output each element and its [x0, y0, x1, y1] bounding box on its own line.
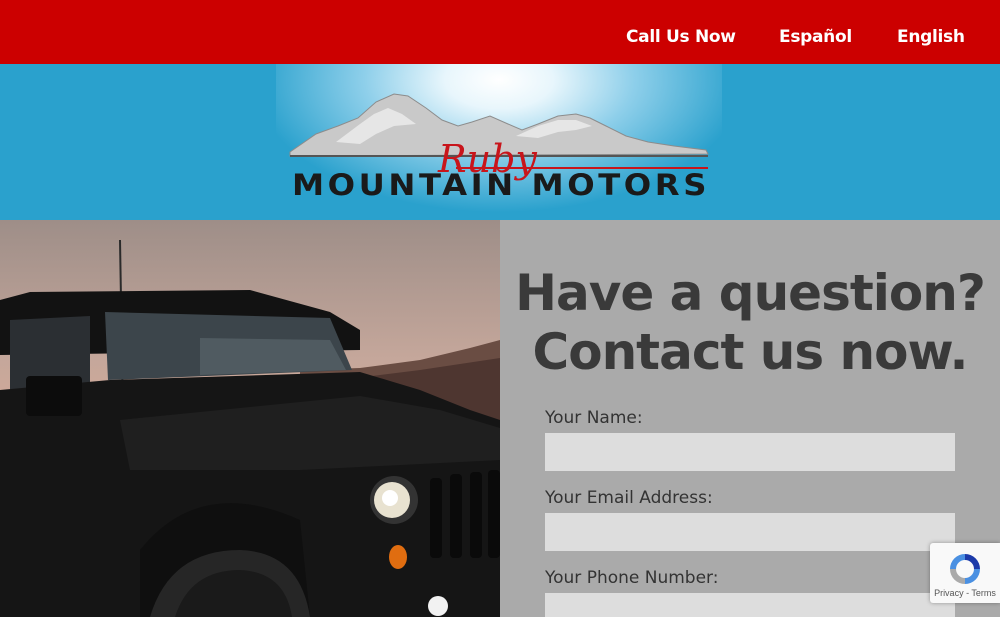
email-input[interactable] [545, 513, 955, 551]
jeep-photo-icon [0, 239, 500, 617]
recaptcha-badge[interactable]: Privacy - Terms [930, 543, 1000, 603]
call-us-now-link[interactable]: Call Us Now [626, 26, 736, 48]
language-spanish-link[interactable]: Español [779, 26, 852, 48]
mountain-logo-icon: Ruby MOUNTAIN MOTORS [289, 93, 710, 202]
name-label: Your Name: [545, 408, 643, 428]
site-logo[interactable]: Ruby MOUNTAIN MOTORS [276, 64, 722, 220]
email-label: Your Email Address: [545, 488, 713, 508]
hero-jeep-image [0, 220, 500, 617]
recaptcha-icon [950, 554, 980, 584]
contact-heading-line2: Contact us now. [532, 323, 969, 381]
contact-heading-line1: Have a question? [515, 264, 986, 322]
header-banner: Ruby MOUNTAIN MOTORS [0, 64, 1000, 220]
language-english-link[interactable]: English [897, 26, 965, 48]
recaptcha-terms-link[interactable]: Terms [971, 588, 996, 598]
phone-label: Your Phone Number: [545, 568, 719, 588]
contact-form-panel: Have a question? Contact us now. Your Na… [500, 220, 1000, 617]
top-nav-bar: Call Us Now Español English [0, 0, 1000, 64]
name-input[interactable] [545, 433, 955, 471]
phone-input[interactable] [545, 593, 955, 617]
contact-heading: Have a question? Contact us now. [500, 264, 1000, 382]
recaptcha-privacy-link[interactable]: Privacy [934, 588, 964, 598]
logo-wordmark: MOUNTAIN MOTORS [292, 168, 710, 202]
recaptcha-links: Privacy - Terms [930, 588, 1000, 598]
